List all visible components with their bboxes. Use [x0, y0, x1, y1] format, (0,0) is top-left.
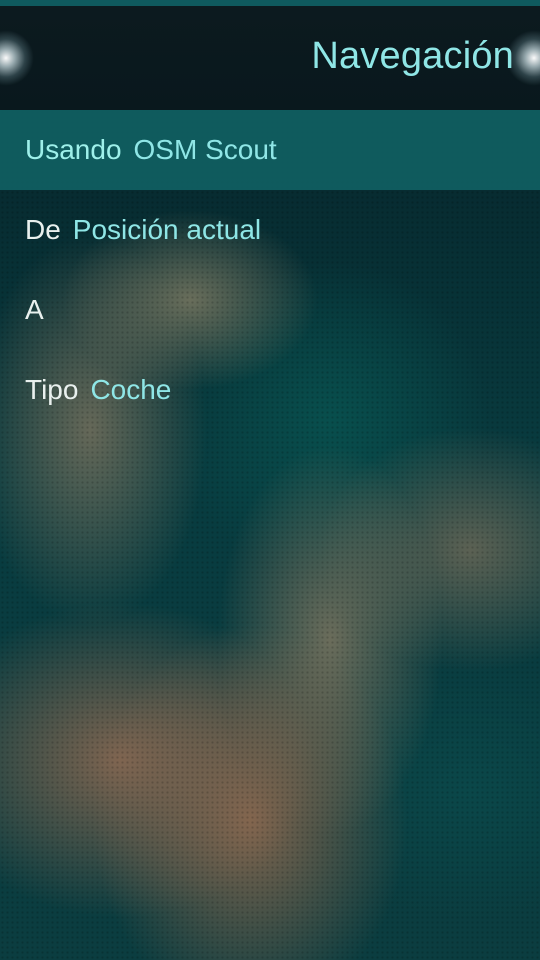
- from-label: De: [25, 214, 61, 245]
- provider-value: OSM Scout: [133, 134, 277, 165]
- provider-label: Usando: [25, 134, 122, 165]
- navigation-screen: Navegación Usando OSM Scout De Posición …: [0, 0, 540, 960]
- from-value: Posición actual: [72, 214, 262, 245]
- type-value: Coche: [90, 374, 172, 405]
- type-selector[interactable]: Tipo Coche: [0, 350, 540, 430]
- page-header: Navegación: [0, 6, 540, 110]
- route-settings-list: Usando OSM Scout De Posición actual A Ti…: [0, 110, 540, 430]
- page-title: Navegación: [311, 35, 514, 77]
- status-strip: [0, 0, 540, 6]
- to-label: A: [25, 294, 44, 325]
- to-selector[interactable]: A: [0, 270, 540, 350]
- type-label: Tipo: [25, 374, 79, 405]
- provider-selector[interactable]: Usando OSM Scout: [0, 110, 540, 190]
- pulley-glow-left-icon: [0, 30, 34, 86]
- from-selector[interactable]: De Posición actual: [0, 190, 540, 270]
